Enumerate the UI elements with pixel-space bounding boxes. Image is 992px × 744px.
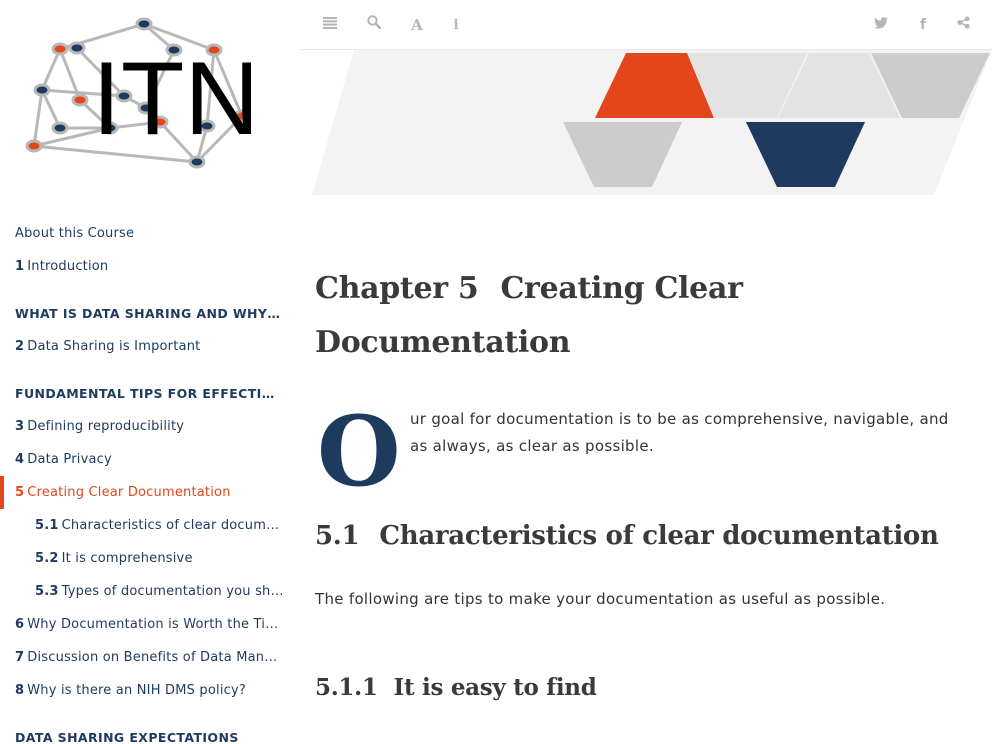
section-paragraph: The following are tips to make your docu… [315,590,886,608]
chapter-title-line1: Creating Clear [500,271,743,306]
top-toolbar: A i f [300,0,992,50]
toc-item-creating-clear-documentation[interactable]: 5 Creating Clear Documentation [0,476,300,509]
toc-item-data-privacy[interactable]: 4 Data Privacy [0,443,300,476]
toc-label: About this Course [15,226,135,241]
section-title: Characteristics of clear documentation [379,521,939,551]
itn-logo[interactable]: ITN [22,14,278,174]
toc-part-fundamental-tips: FUNDAMENTAL TIPS FOR EFFECTIVE D… [0,377,300,410]
toc-part-label: DATA SHARING EXPECTATIONS [15,730,239,744]
toc-number: 5 [15,485,25,500]
toc-subitem-types-of-documentation[interactable]: 5.3 Types of documentation you shou… [0,575,300,608]
toc-label: Creating Clear Documentation [27,485,231,500]
toc-item-data-sharing-important[interactable]: 2 Data Sharing is Important [0,330,300,363]
subsection-heading: 5.1.1 It is easy to find [315,671,975,705]
section-number: 5.1 [315,521,360,551]
share-icon[interactable] [953,15,973,35]
search-icon[interactable] [364,15,384,35]
logo-text: ITN [92,41,260,157]
toc-subitem-characteristics[interactable]: 5.1 Characteristics of clear document… [0,509,300,542]
toc-number: 6 [15,617,25,632]
subsection-number: 5.1.1 [315,674,378,701]
menu-icon[interactable] [320,15,340,35]
subsection-title: It is easy to find [393,674,597,701]
toc-label: Characteristics of clear document… [61,518,300,533]
chapter-title-line2: Documentation [315,325,571,360]
intro-paragraph: ur goal for documentation is to be as co… [410,410,949,455]
chapter-title: Chapter 5 Creating Clear Documentation [315,262,975,370]
toc-label: It is comprehensive [61,551,193,566]
toc-item-introduction[interactable]: 1 Introduction [0,250,300,283]
chapter-banner [312,50,992,195]
table-of-contents: About this Course 1 Introduction WHAT IS … [0,217,300,744]
toc-label: Why is there an NIH DMS policy? [27,683,246,698]
toc-part-label: FUNDAMENTAL TIPS FOR EFFECTIVE D… [15,386,300,401]
toc-number: 5.1 [35,518,59,533]
twitter-icon[interactable] [871,15,891,35]
toc-label: Defining reproducibility [27,419,185,434]
toc-part-what-is-data-sharing: WHAT IS DATA SHARING AND WHY IS I… [0,297,300,330]
toc-label: Why Documentation is Worth the Time [27,617,287,632]
toc-number: 3 [15,419,25,434]
chapter-number: Chapter 5 [315,271,479,306]
toc-number: 5.3 [35,584,59,599]
toc-item-discussion-benefits[interactable]: 7 Discussion on Benefits of Data Manag… [0,641,300,674]
info-icon[interactable]: i [446,15,466,35]
toc-number: 7 [15,650,25,665]
toc-part-label: WHAT IS DATA SHARING AND WHY IS I… [15,306,300,321]
toc-label: Data Privacy [27,452,112,467]
toc-label: Data Sharing is Important [27,339,201,354]
drop-cap: O [317,395,401,508]
toc-number: 5.2 [35,551,59,566]
sidebar: ITN About this Course 1 Introduction WHAT… [0,0,300,744]
toc-number: 4 [15,452,25,467]
toc-item-defining-reproducibility[interactable]: 3 Defining reproducibility [0,410,300,443]
toc-number: 2 [15,339,25,354]
toc-label: Types of documentation you shou… [61,584,300,599]
toc-part-data-sharing-expectations: DATA SHARING EXPECTATIONS [0,721,300,744]
font-settings-icon[interactable]: A [407,15,427,35]
toc-label: Introduction [27,259,109,274]
toc-item-about[interactable]: About this Course [0,217,300,250]
main-content: Chapter 5 Creating Clear Documentation O … [315,262,975,705]
toc-item-why-documentation[interactable]: 6 Why Documentation is Worth the Time [0,608,300,641]
toc-number: 8 [15,683,25,698]
intro-block: O ur goal for documentation is to be as … [315,395,975,508]
toc-subitem-comprehensive[interactable]: 5.2 It is comprehensive [0,542,300,575]
toc-number: 1 [15,259,25,274]
toc-label: Discussion on Benefits of Data Manag… [27,650,295,665]
section-heading: 5.1 Characteristics of clear documentatio… [315,516,975,556]
toc-item-nih-dms-policy[interactable]: 8 Why is there an NIH DMS policy? [0,674,300,707]
facebook-icon[interactable]: f [913,15,933,35]
